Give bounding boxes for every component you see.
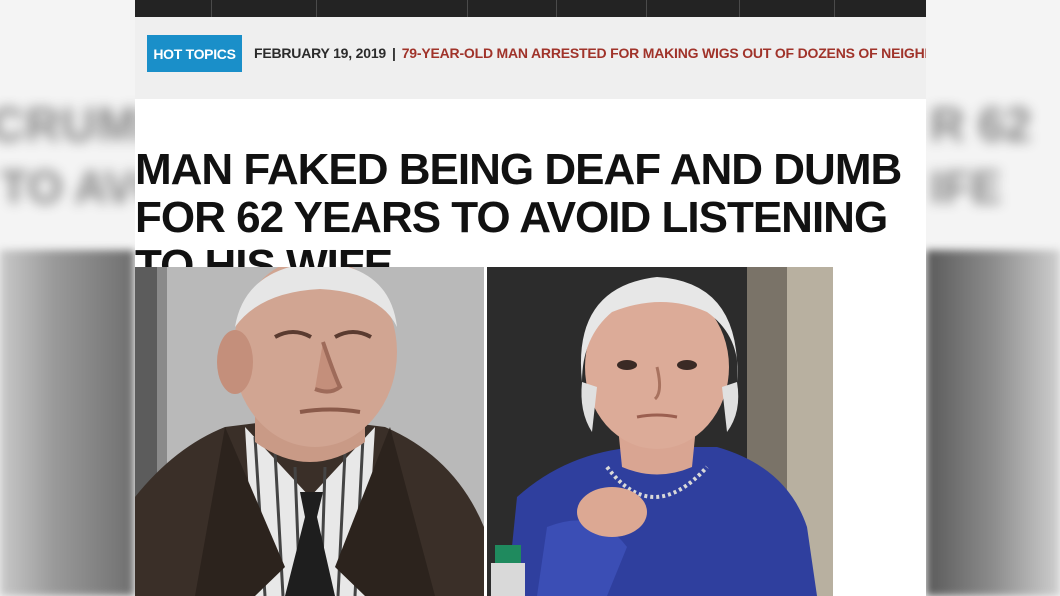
article-page: HOT TOPICS FEBRUARY 19, 2019 | 79-YEAR-OLD… [135,0,926,596]
ticker-headline-link[interactable]: 79-YEAR-OLD MAN ARRESTED FOR MAKING WIGS… [402,45,926,61]
hot-topics-badge[interactable]: HOT TOPICS [147,35,242,72]
nav-item[interactable] [468,0,557,17]
backdrop-photo-right [926,250,1060,596]
hot-topics-ticker: HOT TOPICS FEBRUARY 19, 2019 | 79-YEAR-OLD… [135,17,926,99]
elderly-man-illustration [135,267,484,596]
backdrop-photo-left [0,250,134,596]
nav-item[interactable] [212,0,317,17]
nav-item[interactable] [835,0,926,17]
ticker-date: FEBRUARY 19, 2019 [254,45,386,61]
nav-item[interactable] [557,0,647,17]
elderly-woman-illustration [487,267,833,596]
photo-elderly-man [135,267,484,596]
nav-item[interactable] [647,0,740,17]
ticker-line: FEBRUARY 19, 2019 | 79-YEAR-OLD MAN ARREST… [254,45,926,61]
backdrop-text: R 62 [930,99,1032,152]
nav-item[interactable] [317,0,468,17]
backdrop-text: IFE [930,161,1002,213]
top-navigation-bar [135,0,926,17]
article-photos [135,267,833,596]
photo-elderly-woman [487,267,833,596]
nav-item[interactable] [740,0,835,17]
nav-item[interactable] [135,0,212,17]
ticker-separator: | [392,45,396,61]
